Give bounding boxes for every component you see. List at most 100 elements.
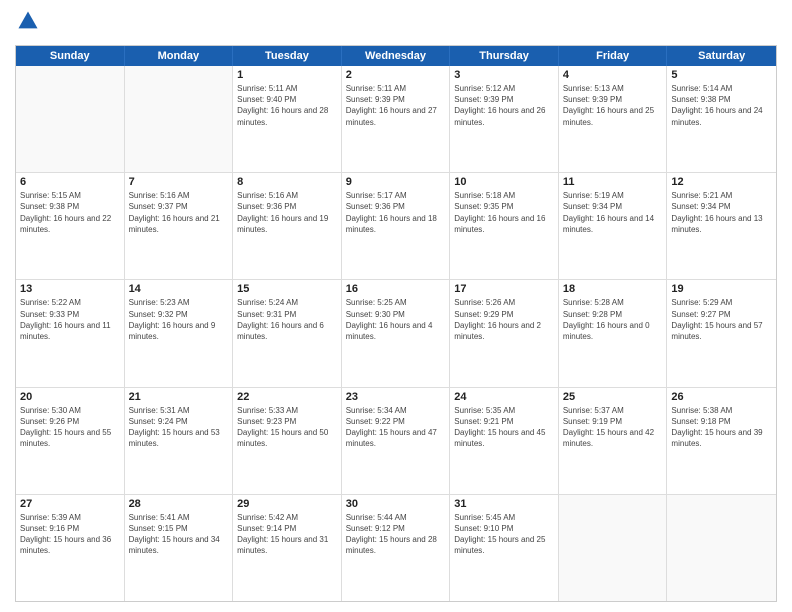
day-number: 22 [237, 391, 337, 403]
calendar-cell: 4 Sunrise: 5:13 AMSunset: 9:39 PMDaylight… [559, 66, 668, 172]
weekday-header: Saturday [667, 46, 776, 66]
calendar: SundayMondayTuesdayWednesdayThursdayFrid… [15, 45, 777, 602]
day-number: 23 [346, 391, 446, 403]
day-number: 20 [20, 391, 120, 403]
calendar-cell: 28 Sunrise: 5:41 AMSunset: 9:15 PMDayligh… [125, 495, 234, 601]
calendar-cell: 7 Sunrise: 5:16 AMSunset: 9:37 PMDaylight… [125, 173, 234, 279]
cell-info: Sunrise: 5:45 AMSunset: 9:10 PMDaylight:… [454, 512, 554, 557]
day-number: 10 [454, 176, 554, 188]
day-number: 17 [454, 283, 554, 295]
header [15, 10, 777, 37]
cell-info: Sunrise: 5:34 AMSunset: 9:22 PMDaylight:… [346, 405, 446, 450]
calendar-cell: 15 Sunrise: 5:24 AMSunset: 9:31 PMDayligh… [233, 280, 342, 386]
day-number: 28 [129, 498, 229, 510]
calendar-cell: 11Sunrise: 5:19 AMSunset: 9:34 PMDayligh… [559, 173, 668, 279]
cell-info: Sunrise: 5:39 AMSunset: 9:16 PMDaylight:… [20, 512, 120, 557]
day-number: 14 [129, 283, 229, 295]
calendar-row: 27 Sunrise: 5:39 AMSunset: 9:16 PMDayligh… [16, 495, 776, 601]
cell-info: Sunrise: 5:21 AMSunset: 9:34 PMDaylight:… [671, 190, 772, 235]
cell-info: Sunrise: 5:17 AMSunset: 9:36 PMDaylight:… [346, 190, 446, 235]
cell-info: Sunrise: 5:13 AMSunset: 9:39 PMDaylight:… [563, 83, 663, 128]
calendar-cell: 22 Sunrise: 5:33 AMSunset: 9:23 PMDayligh… [233, 388, 342, 494]
cell-info: Sunrise: 5:35 AMSunset: 9:21 PMDaylight:… [454, 405, 554, 450]
cell-info: Sunrise: 5:30 AMSunset: 9:26 PMDaylight:… [20, 405, 120, 450]
calendar-row: 13Sunrise: 5:22 AMSunset: 9:33 PMDayligh… [16, 280, 776, 387]
calendar-cell: 16Sunrise: 5:25 AMSunset: 9:30 PMDayligh… [342, 280, 451, 386]
day-number: 29 [237, 498, 337, 510]
calendar-cell: 30 Sunrise: 5:44 AMSunset: 9:12 PMDayligh… [342, 495, 451, 601]
calendar-cell: 17 Sunrise: 5:26 AMSunset: 9:29 PMDayligh… [450, 280, 559, 386]
calendar-cell: 21 Sunrise: 5:31 AMSunset: 9:24 PMDayligh… [125, 388, 234, 494]
day-number: 26 [671, 391, 772, 403]
weekday-header: Wednesday [342, 46, 451, 66]
logo [15, 10, 43, 37]
cell-info: Sunrise: 5:24 AMSunset: 9:31 PMDaylight:… [237, 297, 337, 342]
calendar-cell: 9 Sunrise: 5:17 AMSunset: 9:36 PMDaylight… [342, 173, 451, 279]
day-number: 9 [346, 176, 446, 188]
calendar-cell [16, 66, 125, 172]
calendar-cell: 10Sunrise: 5:18 AMSunset: 9:35 PMDayligh… [450, 173, 559, 279]
day-number: 4 [563, 69, 663, 81]
calendar-cell: 19 Sunrise: 5:29 AMSunset: 9:27 PMDayligh… [667, 280, 776, 386]
weekday-header: Friday [559, 46, 668, 66]
day-number: 24 [454, 391, 554, 403]
day-number: 25 [563, 391, 663, 403]
day-number: 7 [129, 176, 229, 188]
calendar-body: 1Sunrise: 5:11 AMSunset: 9:40 PMDaylight… [16, 66, 776, 601]
calendar-cell: 1Sunrise: 5:11 AMSunset: 9:40 PMDaylight… [233, 66, 342, 172]
calendar-cell: 14 Sunrise: 5:23 AMSunset: 9:32 PMDayligh… [125, 280, 234, 386]
cell-info: Sunrise: 5:16 AMSunset: 9:36 PMDaylight:… [237, 190, 337, 235]
day-number: 30 [346, 498, 446, 510]
calendar-cell: 3 Sunrise: 5:12 AMSunset: 9:39 PMDaylight… [450, 66, 559, 172]
calendar-cell: 25 Sunrise: 5:37 AMSunset: 9:19 PMDayligh… [559, 388, 668, 494]
cell-info: Sunrise: 5:31 AMSunset: 9:24 PMDaylight:… [129, 405, 229, 450]
calendar-row: 6Sunrise: 5:15 AMSunset: 9:38 PMDaylight… [16, 173, 776, 280]
cell-info: Sunrise: 5:33 AMSunset: 9:23 PMDaylight:… [237, 405, 337, 450]
cell-info: Sunrise: 5:29 AMSunset: 9:27 PMDaylight:… [671, 297, 772, 342]
cell-info: Sunrise: 5:23 AMSunset: 9:32 PMDaylight:… [129, 297, 229, 342]
calendar-cell: 2 Sunrise: 5:11 AMSunset: 9:39 PMDaylight… [342, 66, 451, 172]
day-number: 15 [237, 283, 337, 295]
cell-info: Sunrise: 5:41 AMSunset: 9:15 PMDaylight:… [129, 512, 229, 557]
calendar-row: 20 Sunrise: 5:30 AMSunset: 9:26 PMDayligh… [16, 388, 776, 495]
day-number: 12 [671, 176, 772, 188]
day-number: 27 [20, 498, 120, 510]
cell-info: Sunrise: 5:12 AMSunset: 9:39 PMDaylight:… [454, 83, 554, 128]
calendar-cell: 8 Sunrise: 5:16 AMSunset: 9:36 PMDaylight… [233, 173, 342, 279]
calendar-cell: 20 Sunrise: 5:30 AMSunset: 9:26 PMDayligh… [16, 388, 125, 494]
day-number: 2 [346, 69, 446, 81]
cell-info: Sunrise: 5:25 AMSunset: 9:30 PMDaylight:… [346, 297, 446, 342]
calendar-cell: 5Sunrise: 5:14 AMSunset: 9:38 PMDaylight… [667, 66, 776, 172]
day-number: 21 [129, 391, 229, 403]
weekday-header: Tuesday [233, 46, 342, 66]
calendar-cell: 26Sunrise: 5:38 AMSunset: 9:18 PMDayligh… [667, 388, 776, 494]
cell-info: Sunrise: 5:15 AMSunset: 9:38 PMDaylight:… [20, 190, 120, 235]
weekday-header: Monday [125, 46, 234, 66]
weekday-header: Thursday [450, 46, 559, 66]
calendar-cell [125, 66, 234, 172]
cell-info: Sunrise: 5:11 AMSunset: 9:39 PMDaylight:… [346, 83, 446, 128]
cell-info: Sunrise: 5:42 AMSunset: 9:14 PMDaylight:… [237, 512, 337, 557]
day-number: 3 [454, 69, 554, 81]
calendar-cell [559, 495, 668, 601]
cell-info: Sunrise: 5:16 AMSunset: 9:37 PMDaylight:… [129, 190, 229, 235]
calendar-cell: 6Sunrise: 5:15 AMSunset: 9:38 PMDaylight… [16, 173, 125, 279]
calendar-header: SundayMondayTuesdayWednesdayThursdayFrid… [16, 46, 776, 66]
calendar-cell: 18Sunrise: 5:28 AMSunset: 9:28 PMDayligh… [559, 280, 668, 386]
cell-info: Sunrise: 5:37 AMSunset: 9:19 PMDaylight:… [563, 405, 663, 450]
day-number: 19 [671, 283, 772, 295]
cell-info: Sunrise: 5:26 AMSunset: 9:29 PMDaylight:… [454, 297, 554, 342]
cell-info: Sunrise: 5:44 AMSunset: 9:12 PMDaylight:… [346, 512, 446, 557]
day-number: 8 [237, 176, 337, 188]
calendar-cell: 23 Sunrise: 5:34 AMSunset: 9:22 PMDayligh… [342, 388, 451, 494]
calendar-cell: 13Sunrise: 5:22 AMSunset: 9:33 PMDayligh… [16, 280, 125, 386]
day-number: 11 [563, 176, 663, 188]
day-number: 13 [20, 283, 120, 295]
calendar-cell: 31 Sunrise: 5:45 AMSunset: 9:10 PMDayligh… [450, 495, 559, 601]
calendar-cell: 29 Sunrise: 5:42 AMSunset: 9:14 PMDayligh… [233, 495, 342, 601]
day-number: 1 [237, 69, 337, 81]
cell-info: Sunrise: 5:14 AMSunset: 9:38 PMDaylight:… [671, 83, 772, 128]
day-number: 31 [454, 498, 554, 510]
calendar-row: 1Sunrise: 5:11 AMSunset: 9:40 PMDaylight… [16, 66, 776, 173]
weekday-header: Sunday [16, 46, 125, 66]
